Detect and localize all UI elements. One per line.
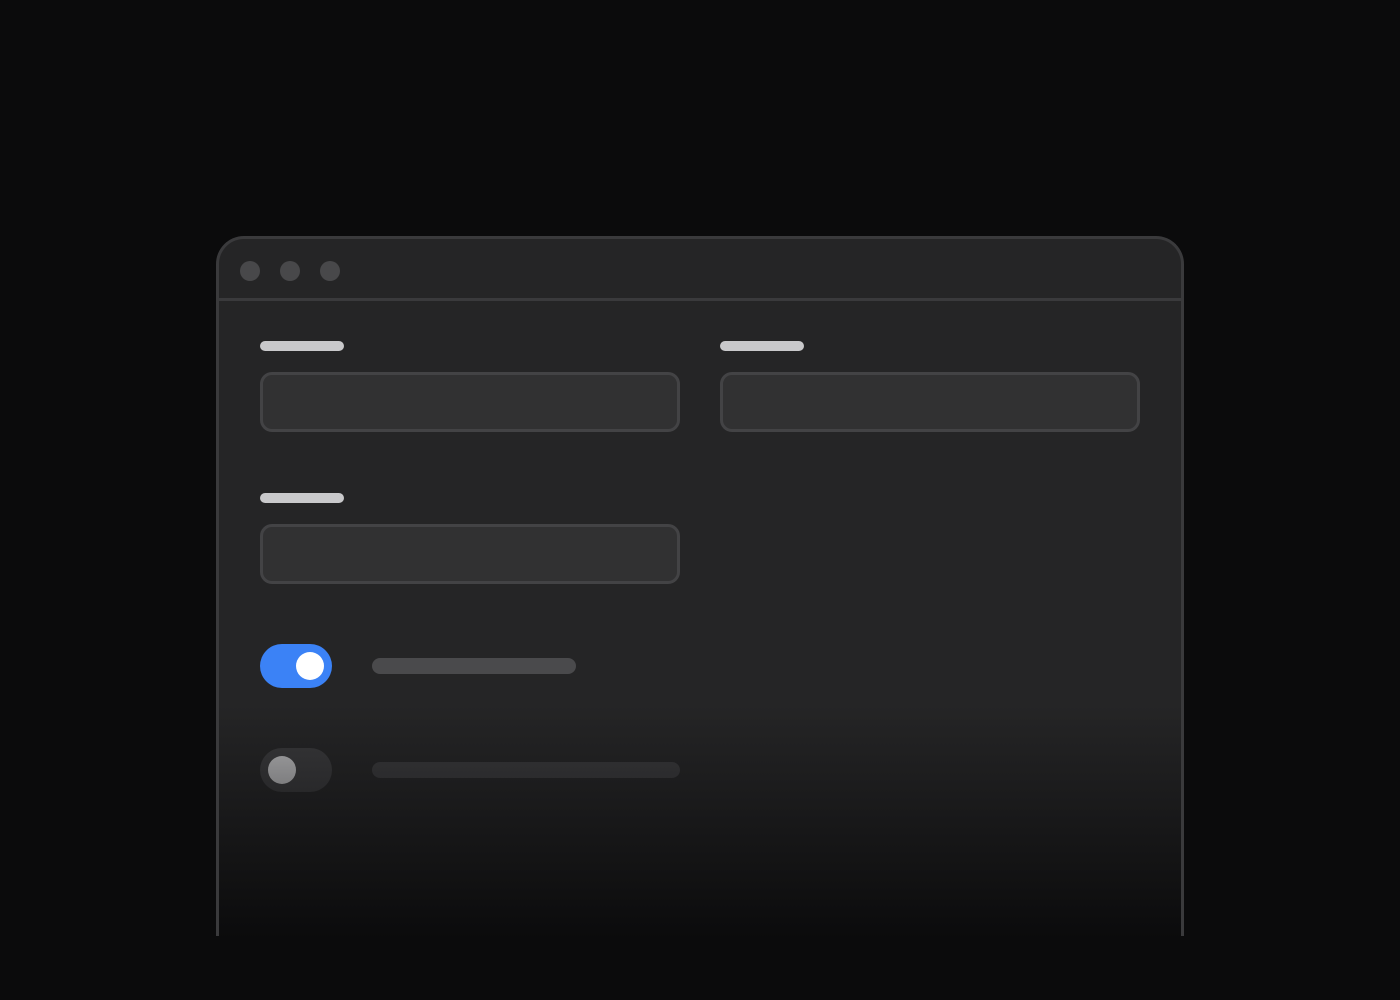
- close-window-button[interactable]: [240, 261, 260, 281]
- toggle-2-knob: [268, 756, 296, 784]
- title-bar: [219, 239, 1181, 301]
- toggle-1-label-placeholder: [372, 658, 576, 674]
- toggle-2-switch[interactable]: [260, 748, 332, 792]
- bottom-fade-overlay: [219, 705, 1181, 936]
- field-3-input[interactable]: [260, 524, 680, 584]
- field-1-label-placeholder: [260, 341, 344, 351]
- toggle-2-label-placeholder: [372, 762, 680, 778]
- app-window: [216, 236, 1184, 936]
- field-1-input[interactable]: [260, 372, 680, 432]
- field-3-label-placeholder: [260, 493, 344, 503]
- zoom-window-button[interactable]: [320, 261, 340, 281]
- stage: [0, 0, 1400, 1000]
- toggle-1-switch[interactable]: [260, 644, 332, 688]
- minimize-window-button[interactable]: [280, 261, 300, 281]
- toggle-1-knob: [296, 652, 324, 680]
- field-2-label-placeholder: [720, 341, 804, 351]
- field-2-input[interactable]: [720, 372, 1140, 432]
